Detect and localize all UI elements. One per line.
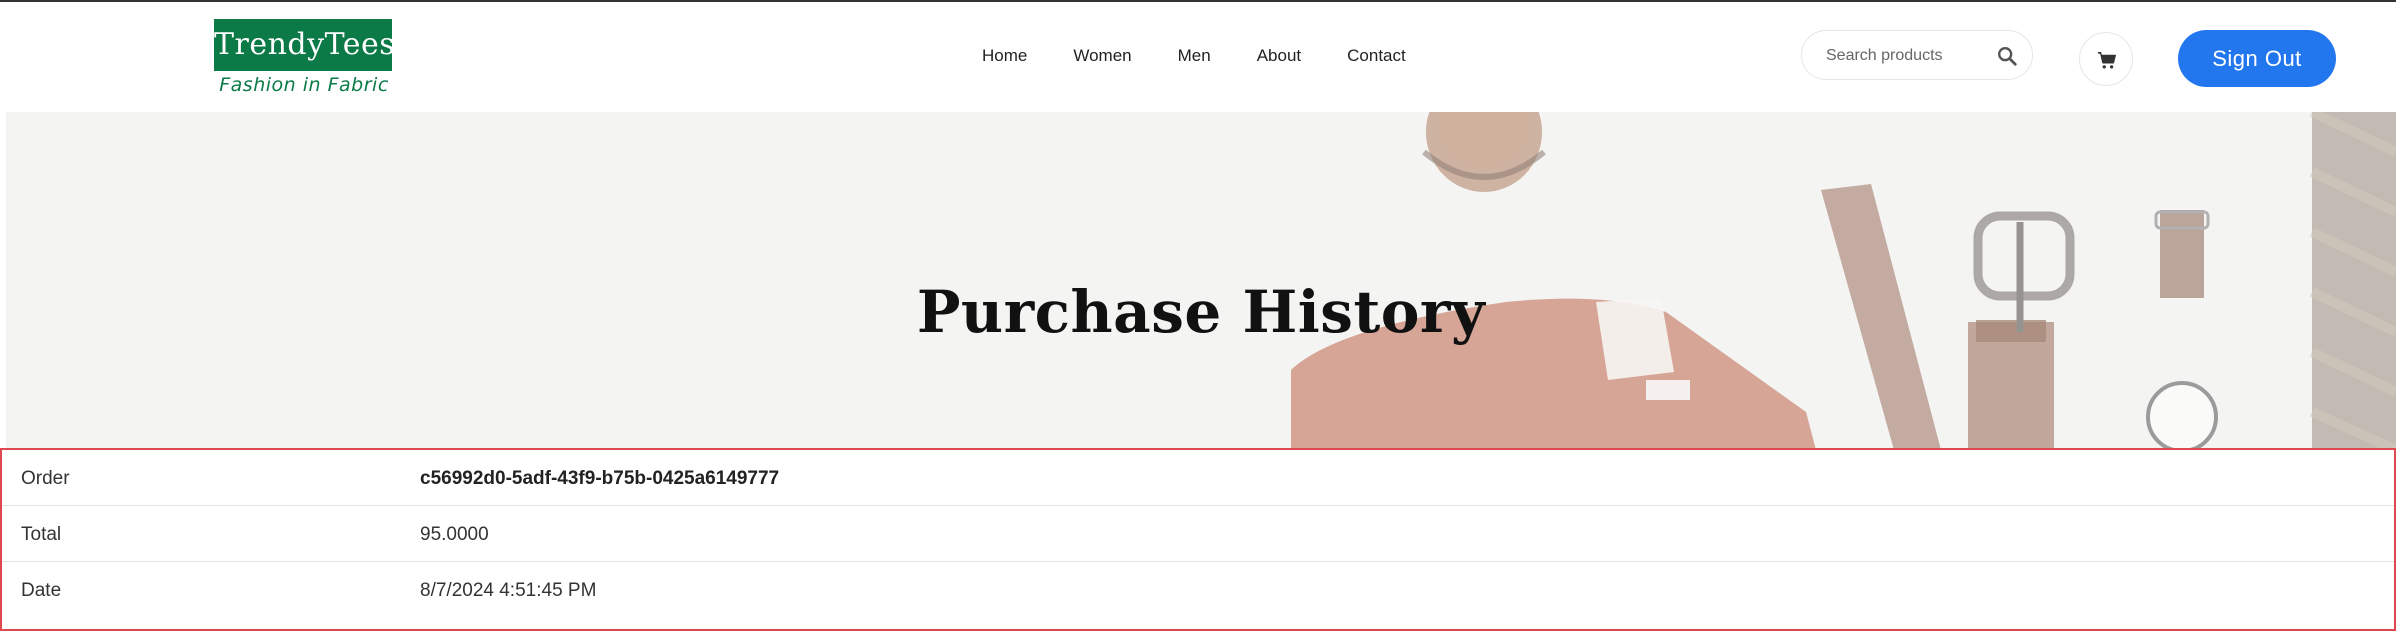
main-nav: Home Women Men About Contact — [982, 46, 1452, 66]
search-box — [1801, 30, 2033, 80]
order-total-label: Total — [21, 524, 62, 545]
order-date-value: 8/7/2024 4:51:45 PM — [420, 580, 597, 601]
hero-banner: Purchase History — [6, 112, 2396, 450]
order-id-label: Order — [21, 468, 70, 489]
nav-contact[interactable]: Contact — [1347, 46, 1406, 66]
brand-tagline: Fashion in Fabric — [219, 74, 389, 96]
site-header: TrendyTees Fashion in Fabric Home Women … — [0, 2, 2396, 112]
order-details-table: Order c56992d0-5adf-43f9-b75b-0425a61497… — [0, 448, 2396, 631]
page-title: Purchase History — [916, 277, 1486, 346]
order-date-label: Date — [21, 580, 62, 601]
nav-home[interactable]: Home — [982, 46, 1027, 66]
order-row-total: Total 95.0000 — [2, 506, 2394, 562]
order-row-id: Order c56992d0-5adf-43f9-b75b-0425a61497… — [2, 450, 2394, 506]
nav-women[interactable]: Women — [1073, 46, 1131, 66]
brand-name: TrendyTees — [214, 19, 395, 71]
cart-button[interactable] — [2079, 32, 2133, 86]
order-row-date: Date 8/7/2024 4:51:45 PM — [2, 562, 2394, 617]
order-id-value: c56992d0-5adf-43f9-b75b-0425a6149777 — [420, 468, 780, 489]
brand-logo[interactable]: TrendyTees Fashion in Fabric — [214, 19, 395, 96]
cart-icon — [2097, 51, 2116, 69]
search-input[interactable] — [1824, 43, 1988, 69]
order-total-value: 95.0000 — [420, 524, 489, 545]
nav-about[interactable]: About — [1257, 46, 1301, 66]
search-icon[interactable] — [1996, 45, 2018, 67]
nav-men[interactable]: Men — [1178, 46, 1211, 66]
sign-out-button[interactable]: Sign Out — [2178, 30, 2336, 87]
